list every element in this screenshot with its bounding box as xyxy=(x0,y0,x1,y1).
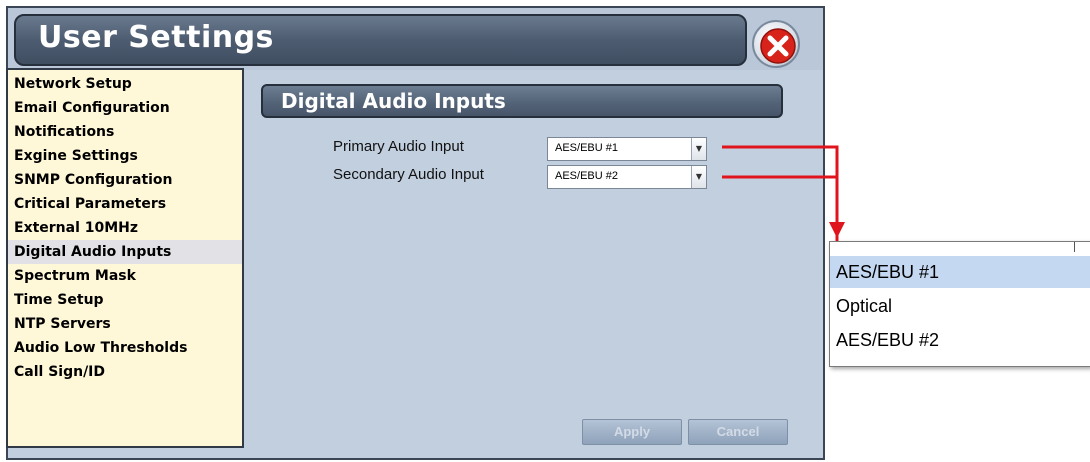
annotation-arrow-primary xyxy=(722,145,839,298)
dropdown-option-aes-ebu-2[interactable]: AES/EBU #2 xyxy=(830,324,1090,356)
annotation-arrows xyxy=(722,145,845,298)
annotation-arrowhead xyxy=(829,222,845,238)
audio-input-dropdown-list: AES/EBU #1 Optical AES/EBU #2 xyxy=(829,241,1090,367)
dropdown-option-aes-ebu-1[interactable]: AES/EBU #1 xyxy=(830,256,1090,288)
dropdown-option-optical[interactable]: Optical xyxy=(830,290,1090,322)
dropdown-divider xyxy=(1074,242,1075,252)
dropdown-header xyxy=(830,242,1090,256)
